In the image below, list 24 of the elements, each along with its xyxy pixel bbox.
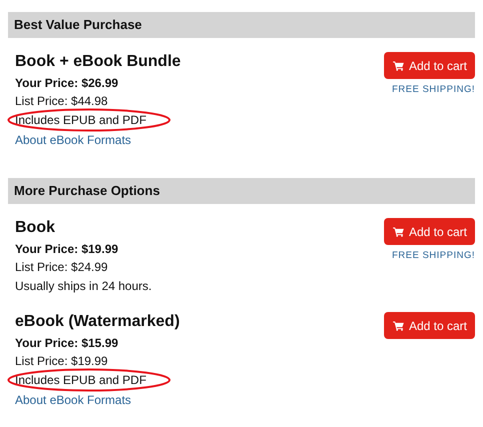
free-shipping-label: FREE SHIPPING! bbox=[392, 250, 475, 261]
cart-icon bbox=[392, 320, 404, 330]
free-shipping-label: FREE SHIPPING! bbox=[392, 84, 475, 95]
add-to-cart-button[interactable]: Add to cart bbox=[384, 218, 475, 245]
list-price: List Price: $44.98 bbox=[15, 93, 109, 110]
section-header: More Purchase Options bbox=[8, 178, 475, 204]
your-price: Your Price: $19.99 bbox=[15, 241, 120, 258]
add-to-cart-button[interactable]: Add to cart bbox=[384, 312, 475, 339]
formats-link[interactable]: About eBook Formats bbox=[15, 393, 132, 407]
your-price: Your Price: $26.99 bbox=[15, 75, 120, 92]
cart-icon bbox=[392, 60, 404, 70]
list-price: List Price: $24.99 bbox=[15, 259, 109, 276]
formats-link[interactable]: About eBook Formats bbox=[15, 133, 132, 147]
section-header: Best Value Purchase bbox=[8, 12, 475, 38]
product-title: Book bbox=[15, 218, 56, 238]
product-note: Includes EPUB and PDF bbox=[15, 373, 146, 387]
product-note: Includes EPUB and PDF bbox=[15, 113, 146, 127]
product-title: eBook (Watermarked) bbox=[15, 312, 180, 332]
cart-icon bbox=[392, 226, 404, 236]
add-to-cart-button[interactable]: Add to cart bbox=[384, 52, 475, 79]
list-price: List Price: $19.99 bbox=[15, 353, 109, 370]
product-title: Book + eBook Bundle bbox=[15, 52, 181, 72]
your-price: Your Price: $15.99 bbox=[15, 335, 120, 352]
product-note: Usually ships in 24 hours. bbox=[15, 279, 152, 293]
